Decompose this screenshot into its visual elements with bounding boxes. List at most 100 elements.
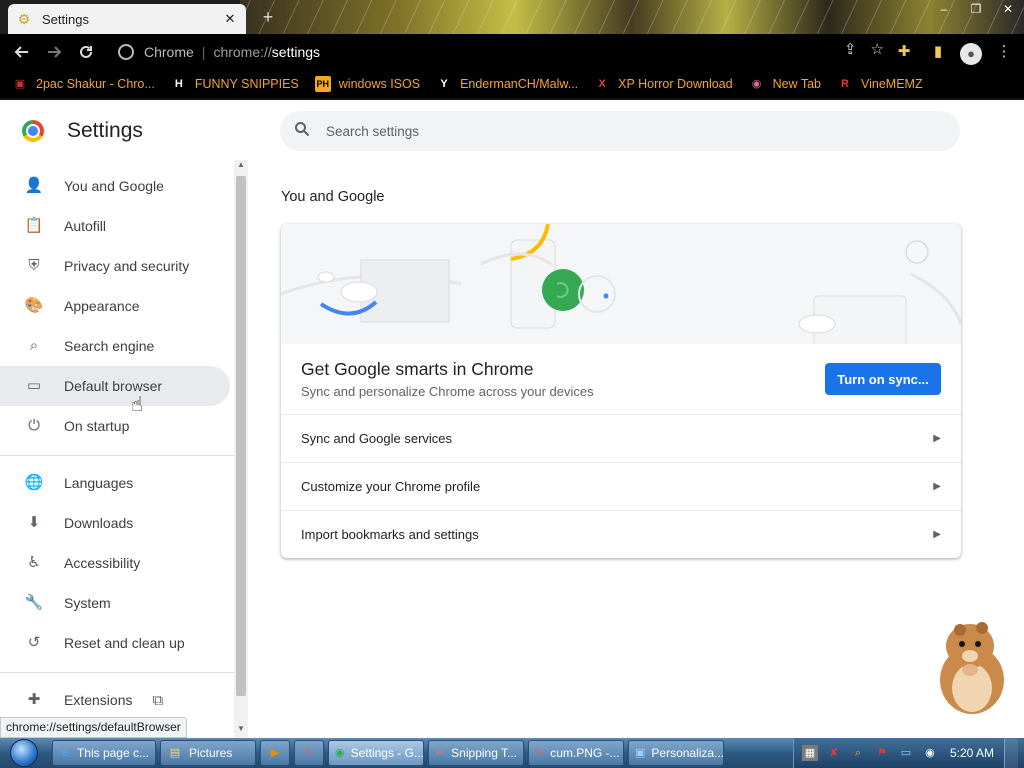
turn-on-sync-button[interactable]: Turn on sync...: [825, 363, 941, 395]
scroll-up-icon[interactable]: ▲: [236, 160, 246, 174]
start-button[interactable]: [0, 738, 48, 768]
reload-button[interactable]: [70, 36, 102, 68]
search-bar[interactable]: [280, 111, 960, 151]
sidebar-item-reset-and-clean-up[interactable]: ↺ Reset and clean up: [0, 623, 230, 663]
tray-flag-icon[interactable]: ⚑: [874, 745, 890, 761]
sidebar-item-system[interactable]: 🔧 System: [0, 583, 230, 623]
taskbar-item-label: Pictures: [189, 746, 233, 760]
taskbar-item[interactable]: ▶: [260, 740, 290, 766]
tray-search-icon[interactable]: ⌕: [850, 745, 866, 761]
hamster-image: [940, 622, 1004, 714]
sidebar-item-autofill[interactable]: 📋 Autofill: [0, 206, 230, 246]
window-controls: – ❐ ✕: [928, 0, 1024, 20]
url-scheme: chrome://: [213, 44, 272, 60]
bookmark-favicon-icon: PH: [314, 76, 331, 92]
row-label: Customize your Chrome profile: [301, 479, 481, 494]
browser-icon: ▭: [26, 377, 42, 394]
sidebar-item-privacy-and-security[interactable]: ⛨ Privacy and security: [0, 246, 230, 286]
taskbar-item-label: Settings - G...: [350, 746, 424, 760]
sidebar-item-label: Default browser: [64, 378, 163, 394]
omnibox-separator: |: [201, 44, 206, 60]
chrome-site-icon: [118, 44, 134, 60]
close-icon[interactable]: ✕: [222, 11, 238, 27]
power-icon: ⏻: [28, 417, 40, 434]
sidebar-item-extensions[interactable]: ✚ Extensions ⧉: [0, 680, 230, 720]
windows-logo-icon: [10, 739, 38, 767]
bookmark-item[interactable]: ◉ New Tab: [749, 76, 821, 92]
sidebar-divider: [0, 672, 234, 673]
sidebar-item-default-browser[interactable]: ▭ Default browser: [0, 366, 230, 406]
taskbar-item[interactable]: ✎: [294, 740, 324, 766]
tray-app-icon[interactable]: ▦: [801, 745, 818, 761]
show-desktop-button[interactable]: [1004, 738, 1018, 768]
search-input[interactable]: [326, 123, 926, 139]
sidebar-divider: [0, 455, 234, 456]
close-window-button[interactable]: ✕: [992, 0, 1024, 18]
you-and-google-card: Get Google smarts in Chrome Sync and per…: [281, 224, 961, 558]
row-label: Sync and Google services: [301, 431, 453, 446]
taskbar-item[interactable]: ▤ Pictures: [160, 740, 256, 766]
tab-title: Settings: [42, 11, 89, 27]
bookmark-item[interactable]: H FUNNY SNIPPIES: [171, 76, 299, 92]
sidebar-item-on-startup[interactable]: ⏻ On startup: [0, 406, 230, 446]
clock[interactable]: 5:20 AM: [950, 746, 994, 760]
sidebar-item-label: Extensions: [64, 692, 133, 708]
globe-icon: 🌐: [24, 474, 44, 491]
search-icon: ⌕: [29, 337, 39, 354]
sidebar-item-you-and-google[interactable]: 👤 You and Google: [0, 166, 230, 206]
tab-settings[interactable]: ⚙ Settings ✕: [8, 4, 246, 34]
bookmark-favicon-icon: ▣: [14, 78, 26, 90]
menu-dots-icon[interactable]: ⋮: [992, 38, 1016, 66]
scroll-down-icon[interactable]: ▼: [236, 724, 246, 738]
row-customize-profile[interactable]: Customize your Chrome profile ▶: [281, 462, 961, 510]
sidebar-item-languages[interactable]: 🌐 Languages: [0, 463, 230, 503]
bookmark-item[interactable]: Y EndermanCH/Malw...: [436, 76, 578, 92]
taskbar-item[interactable]: ✎ cum.PNG -...: [528, 740, 624, 766]
sidebar-item-accessibility[interactable]: ♿ Accessibility: [0, 543, 230, 583]
title-bar: ⚙ Settings ✕ + – ❐ ✕: [0, 0, 1024, 34]
avatar[interactable]: ●: [960, 42, 982, 65]
puzzle-icon[interactable]: ✚: [892, 38, 916, 66]
taskbar-item[interactable]: e This page c...: [52, 740, 156, 766]
bookmark-item[interactable]: R VineMEMZ: [837, 76, 923, 92]
tray-network-icon[interactable]: ▭: [898, 745, 914, 761]
minimize-button[interactable]: –: [928, 0, 960, 18]
side-panel-icon[interactable]: ▮: [926, 38, 950, 66]
bookmark-favicon-icon: ◉: [751, 78, 762, 90]
bookmark-item[interactable]: X XP Horror Download: [594, 76, 733, 92]
volume-icon[interactable]: ◉: [922, 745, 938, 761]
tray-virus-icon[interactable]: ✘: [826, 745, 842, 761]
sidebar-item-search-engine[interactable]: ⌕ Search engine: [0, 326, 230, 366]
search-icon: [294, 121, 314, 141]
taskbar-item[interactable]: ✂ Snipping T...: [428, 740, 524, 766]
taskbar-item[interactable]: ◉ Settings - G...: [328, 740, 424, 766]
maximize-button[interactable]: ❐: [960, 0, 992, 18]
forward-button[interactable]: [38, 36, 70, 68]
scrollbar-thumb[interactable]: [236, 176, 246, 696]
open-in-new-icon: ⧉: [152, 691, 164, 709]
folder-icon: ▤: [169, 747, 181, 759]
bookmark-item[interactable]: ▣ 2pac Shakur - Chro...: [12, 76, 155, 92]
sidebar-item-downloads[interactable]: ⬇ Downloads: [0, 503, 230, 543]
paint-icon: ✎: [535, 747, 545, 759]
bookmarks-bar: ▣ 2pac Shakur - Chro... H FUNNY SNIPPIES PH w…: [0, 70, 1024, 100]
row-sync-services[interactable]: Sync and Google services ▶: [281, 414, 961, 462]
row-import-bookmarks[interactable]: Import bookmarks and settings ▶: [281, 510, 961, 558]
new-tab-button[interactable]: +: [256, 6, 280, 28]
share-icon[interactable]: ⇪: [844, 40, 857, 58]
toolbar-right: ✚ ▮ ● ⋮: [892, 38, 1016, 66]
url-host: settings: [271, 44, 321, 60]
sidebar-item-label: Privacy and security: [64, 258, 190, 274]
history-icon: ↺: [27, 634, 41, 651]
bookmark-item[interactable]: PH windows ISOS: [314, 76, 420, 92]
shield-icon: ⛨: [28, 257, 40, 274]
sidebar-item-appearance[interactable]: 🎨 Appearance: [0, 286, 230, 326]
taskbar-item-label: cum.PNG -...: [550, 746, 620, 760]
taskbar-item[interactable]: ▣ Personaliza...: [628, 740, 724, 766]
promo-title: Get Google smarts in Chrome: [301, 359, 534, 379]
address-bar[interactable]: Chrome | chrome:// settings: [108, 38, 884, 66]
puzzle-icon: ✚: [27, 691, 41, 708]
bookmark-label: XP Horror Download: [618, 77, 733, 91]
star-icon[interactable]: ☆: [871, 40, 884, 58]
back-button[interactable]: [6, 36, 38, 68]
